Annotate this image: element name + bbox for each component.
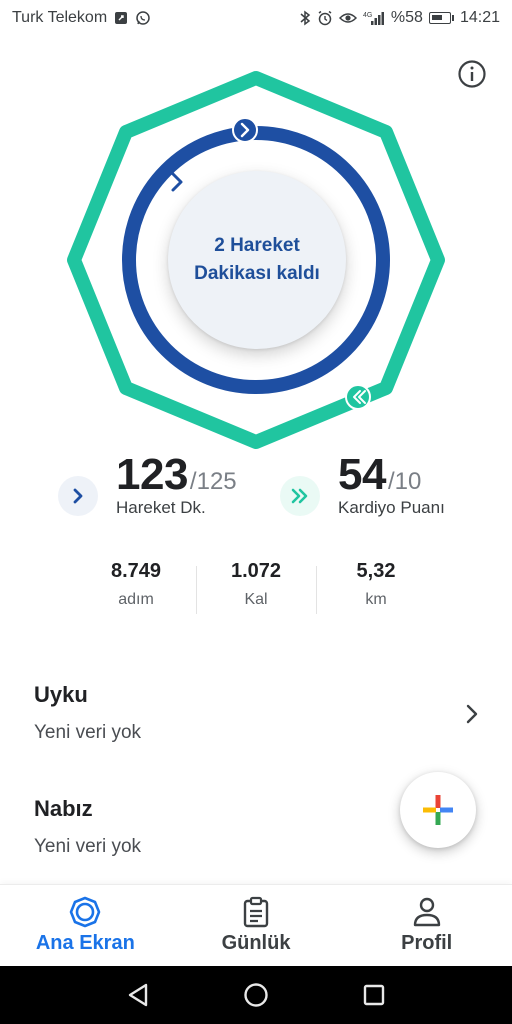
nav-label: Profil xyxy=(401,932,453,954)
move-ring-chevron-icon xyxy=(232,117,258,143)
move-minutes-value: 123 xyxy=(116,450,188,499)
heart-ring-double-chevron-icon xyxy=(345,384,371,410)
nav-profile[interactable]: Profil xyxy=(341,885,512,966)
remaining-line-2: Dakikası kaldı xyxy=(194,263,320,284)
heart-points-numbers: 54 /10 xyxy=(338,450,445,500)
status-left: Turk Telekom xyxy=(12,9,151,27)
nav-home[interactable]: Ana Ekran xyxy=(0,885,171,966)
remaining-line-1: 2 Hareket xyxy=(214,235,300,256)
home-icon[interactable] xyxy=(243,982,269,1008)
heart-points-goal[interactable]: 54 /10 Kardiyo Puanı xyxy=(280,450,445,518)
stat-value: 1.072 xyxy=(230,560,282,582)
nav-label: Günlük xyxy=(221,932,291,954)
chevron-right-icon xyxy=(466,704,478,724)
plus-icon xyxy=(423,795,453,825)
add-button[interactable] xyxy=(400,772,476,848)
stat-distance[interactable]: 5,32 km xyxy=(316,560,436,620)
stat-calories[interactable]: 1.072 Kal xyxy=(196,560,316,620)
remaining-message: 2 Hareket Dakikası kaldı xyxy=(172,232,342,288)
person-icon xyxy=(413,897,440,927)
move-minutes-goal[interactable]: 123 /125 Hareket Dk. xyxy=(58,450,237,518)
sleep-card-title: Uyku xyxy=(34,682,88,707)
sleep-card-subtitle: Yeni veri yok xyxy=(34,722,142,743)
clipboard-icon xyxy=(243,896,269,928)
alarm-icon xyxy=(317,10,333,26)
move-minutes-target: /125 xyxy=(189,468,237,495)
daily-stats: 8.749 adım 1.072 Kal 5,32 km xyxy=(76,560,436,620)
battery-percent: %58 xyxy=(390,9,423,26)
recents-icon[interactable] xyxy=(362,983,386,1007)
sim-icon xyxy=(113,10,129,26)
info-icon xyxy=(458,60,486,88)
heart-points-target: /10 xyxy=(387,468,422,495)
nav-journal[interactable]: Günlük xyxy=(171,885,342,966)
battery-icon xyxy=(428,12,454,24)
heart-points-label: Kardiyo Puanı xyxy=(338,498,445,517)
carrier-name: Turk Telekom xyxy=(12,9,108,26)
move-minutes-chevron-icon xyxy=(58,476,98,516)
heart-points-double-chevron-icon xyxy=(280,476,320,516)
heart-points-text: 54 /10 Kardiyo Puanı xyxy=(338,450,445,518)
status-bar: Turk Telekom 4G %58 14:21 xyxy=(0,0,512,36)
bottom-navigation: Ana Ekran Günlük Profil xyxy=(0,884,512,966)
home-ring-icon xyxy=(70,896,101,928)
stat-label: adım xyxy=(118,591,154,608)
move-minutes-numbers: 123 /125 xyxy=(116,450,237,500)
goals-summary: 123 /125 Hareket Dk. 54 /10 Kardiyo Puan… xyxy=(0,450,512,530)
stat-value: 8.749 xyxy=(110,560,162,582)
info-button[interactable] xyxy=(456,58,488,90)
stat-label: km xyxy=(365,591,387,608)
heart-rate-card-title: Nabız xyxy=(34,796,93,821)
chevron-right-icon xyxy=(171,172,183,192)
nav-label: Ana Ekran xyxy=(35,932,135,954)
whatsapp-icon xyxy=(135,10,151,26)
clock: 14:21 xyxy=(459,9,500,26)
eye-icon xyxy=(338,11,357,25)
system-navigation-bar xyxy=(0,966,512,1024)
heart-rate-card-subtitle: Yeni veri yok xyxy=(34,836,142,857)
stat-label: Kal xyxy=(244,591,268,608)
status-right: 4G %58 14:21 xyxy=(299,9,500,27)
stat-steps[interactable]: 8.749 adım xyxy=(76,560,196,620)
bluetooth-icon xyxy=(299,10,311,26)
move-minutes-remaining-button[interactable]: 2 Hareket Dakikası kaldı xyxy=(168,171,346,349)
move-minutes-text: 123 /125 Hareket Dk. xyxy=(116,450,237,518)
back-icon[interactable] xyxy=(126,982,150,1008)
sleep-card[interactable]: Uyku Yeni veri yok xyxy=(0,670,512,770)
activity-rings[interactable]: 2 Hareket Dakikası kaldı xyxy=(56,60,456,460)
heart-points-value: 54 xyxy=(338,450,386,499)
move-minutes-label: Hareket Dk. xyxy=(116,498,206,517)
signal-icon: 4G xyxy=(363,10,385,26)
stat-value: 5,32 xyxy=(356,560,396,582)
svg-text:4G: 4G xyxy=(363,12,372,19)
